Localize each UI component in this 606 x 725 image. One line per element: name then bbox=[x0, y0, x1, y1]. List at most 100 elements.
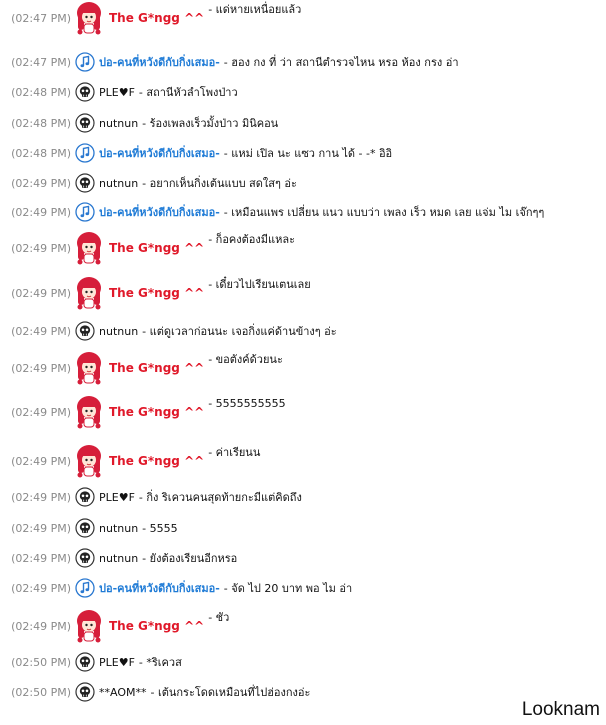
music-note-icon[interactable] bbox=[75, 578, 95, 598]
message-text: - 5555555555 bbox=[208, 396, 286, 410]
chat-message-row: (02:49 PM) PLE♥F - กิ่ง ริเควนคนสุดท้ายกะม… bbox=[0, 487, 302, 507]
music-note-icon[interactable] bbox=[75, 143, 95, 163]
message-timestamp: (02:49 PM) bbox=[11, 361, 71, 375]
message-timestamp: (02:50 PM) bbox=[11, 685, 71, 699]
message-text: - ฮอง กง ที่ ว่า สถานีตำรวจไหน หรอ ห้อง … bbox=[223, 56, 459, 69]
skull-icon[interactable] bbox=[75, 487, 95, 507]
sender-name[interactable]: ปอ-คนที่หวังดีกับกิ่งเสมอ- bbox=[99, 579, 220, 597]
message-timestamp: (02:49 PM) bbox=[11, 176, 71, 190]
message-timestamp: (02:49 PM) bbox=[11, 551, 71, 565]
sender-name[interactable]: ปอ-คนที่หวังดีกับกิ่งเสมอ- bbox=[99, 144, 220, 162]
chat-message-row: (02:49 PM) The G*ngg ^^ - เดี๋ยวไปเรียนเตน… bbox=[0, 275, 311, 311]
message-timestamp: (02:49 PM) bbox=[11, 286, 71, 300]
chat-message-row: (02:48 PM) nutnun - ร้องเพลงเร็วมั้งป่าว ม… bbox=[0, 113, 278, 133]
skull-icon[interactable] bbox=[75, 518, 95, 538]
message-text: - เหมือนแพร เปลี่ยน แนว แบบว่า เพลง เร็ว… bbox=[223, 206, 545, 219]
sender-name[interactable]: The G*ngg ^^ bbox=[109, 454, 204, 468]
message-text: - เดี๋ยวไปเรียนเตนเลย bbox=[208, 278, 311, 291]
redhead-avatar-icon[interactable] bbox=[75, 608, 103, 644]
chat-message-row: (02:49 PM) The G*ngg ^^ - 5555555555 bbox=[0, 394, 286, 430]
sender-name[interactable]: ปอ-คนที่หวังดีกับกิ่งเสมอ- bbox=[99, 53, 220, 71]
chat-message-row: (02:50 PM) **AOM** - เต้นกระโดดเหมือนที่ไป… bbox=[0, 682, 310, 702]
music-note-icon[interactable] bbox=[75, 52, 95, 72]
chat-message-row: (02:50 PM) PLE♥F - *ริเควส bbox=[0, 652, 182, 672]
message-text: - *ริเควส bbox=[138, 656, 182, 669]
chat-message-row: (02:49 PM) nutnun - 5555 bbox=[0, 518, 178, 538]
chat-message-row: (02:49 PM) ปอ-คนที่หวังดีกับกิ่งเสมอ- - จั… bbox=[0, 578, 352, 598]
message-timestamp: (02:50 PM) bbox=[11, 655, 71, 669]
sender-name[interactable]: PLE♥F bbox=[99, 656, 135, 669]
chat-log: (02:47 PM) The G*ngg ^^ - แด่หายเหนื่อยแล้… bbox=[0, 0, 606, 725]
chat-message-row: (02:49 PM) The G*ngg ^^ - ชัว bbox=[0, 608, 229, 644]
sender-name[interactable]: nutnun bbox=[99, 552, 138, 565]
chat-message-row: (02:49 PM) nutnun - ยังต้องเรียนอีกหรอ bbox=[0, 548, 237, 568]
skull-icon[interactable] bbox=[75, 682, 95, 702]
message-timestamp: (02:48 PM) bbox=[11, 146, 71, 160]
message-timestamp: (02:49 PM) bbox=[11, 405, 71, 419]
message-timestamp: (02:49 PM) bbox=[11, 241, 71, 255]
chat-message-row: (02:48 PM) PLE♥F - สถานีหัวลำโพงป่าว bbox=[0, 82, 238, 102]
chat-message-row: (02:49 PM) nutnun - อยากเห็นกิ่งเต้นแบบ สด… bbox=[0, 173, 297, 193]
message-text: - ค่าเรียนน bbox=[208, 446, 261, 459]
message-text: - ยังต้องเรียนอีกหรอ bbox=[142, 552, 238, 565]
chat-message-row: (02:47 PM) The G*ngg ^^ - แด่หายเหนื่อยแล้… bbox=[0, 0, 301, 36]
sender-name[interactable]: The G*ngg ^^ bbox=[109, 241, 204, 255]
skull-icon[interactable] bbox=[75, 113, 95, 133]
message-timestamp: (02:49 PM) bbox=[11, 490, 71, 504]
chat-message-row: (02:49 PM) The G*ngg ^^ - ขอตังค์ด้วยนะ bbox=[0, 350, 283, 386]
skull-icon[interactable] bbox=[75, 173, 95, 193]
message-timestamp: (02:47 PM) bbox=[11, 11, 71, 25]
skull-icon[interactable] bbox=[75, 321, 95, 341]
message-text: - กิ่ง ริเควนคนสุดท้ายกะมีแต่คิดถึง bbox=[138, 491, 302, 504]
sender-name[interactable]: The G*ngg ^^ bbox=[109, 286, 204, 300]
redhead-avatar-icon[interactable] bbox=[75, 394, 103, 430]
message-text: - แด่หายเหนื่อยแล้ว bbox=[208, 3, 302, 16]
sender-name[interactable]: The G*ngg ^^ bbox=[109, 11, 204, 25]
redhead-avatar-icon[interactable] bbox=[75, 443, 103, 479]
message-timestamp: (02:49 PM) bbox=[11, 324, 71, 338]
message-text: - แหม่ เปิล นะ แซว กาน ได้ - -* อิอิ bbox=[223, 147, 393, 160]
redhead-avatar-icon[interactable] bbox=[75, 350, 103, 386]
redhead-avatar-icon[interactable] bbox=[75, 0, 103, 36]
chat-message-row: (02:49 PM) The G*ngg ^^ - ค่าเรียนน bbox=[0, 443, 260, 479]
message-timestamp: (02:49 PM) bbox=[11, 205, 71, 219]
message-timestamp: (02:49 PM) bbox=[11, 619, 71, 633]
message-timestamp: (02:49 PM) bbox=[11, 521, 71, 535]
chat-message-row: (02:47 PM) ปอ-คนที่หวังดีกับกิ่งเสมอ- - ฮอ… bbox=[0, 52, 459, 72]
message-text: - ขอตังค์ด้วยนะ bbox=[208, 353, 283, 366]
skull-icon[interactable] bbox=[75, 82, 95, 102]
message-timestamp: (02:49 PM) bbox=[11, 581, 71, 595]
sender-name[interactable]: PLE♥F bbox=[99, 491, 135, 504]
sender-name[interactable]: ปอ-คนที่หวังดีกับกิ่งเสมอ- bbox=[99, 203, 220, 221]
sender-name[interactable]: The G*ngg ^^ bbox=[109, 361, 204, 375]
sender-name[interactable]: The G*ngg ^^ bbox=[109, 405, 204, 419]
message-text: - ชัว bbox=[208, 611, 230, 624]
sender-name[interactable]: nutnun bbox=[99, 177, 138, 190]
sender-name[interactable]: nutnun bbox=[99, 117, 138, 130]
skull-icon[interactable] bbox=[75, 652, 95, 672]
message-timestamp: (02:48 PM) bbox=[11, 116, 71, 130]
message-text: - ก็อคงต้องมีแหละ bbox=[208, 233, 296, 246]
message-text: - จัด ไป 20 บาท พอ ไม อ่า bbox=[223, 582, 353, 595]
message-text: - สถานีหัวลำโพงป่าว bbox=[138, 86, 238, 99]
message-text: - แต่ดูเวลาก่อนนะ เจอกิ่งแค่ด้านข้างๆ อ่… bbox=[142, 325, 337, 338]
sender-name[interactable]: PLE♥F bbox=[99, 86, 135, 99]
sender-name[interactable]: **AOM** bbox=[99, 686, 146, 699]
message-timestamp: (02:48 PM) bbox=[11, 85, 71, 99]
music-note-icon[interactable] bbox=[75, 202, 95, 222]
message-text: - ร้องเพลงเร็วมั้งป่าว มินิคอน bbox=[142, 117, 279, 130]
chat-message-row: (02:49 PM) ปอ-คนที่หวังดีกับกิ่งเสมอ- - เห… bbox=[0, 202, 544, 222]
message-timestamp: (02:47 PM) bbox=[11, 55, 71, 69]
message-text: - 5555 bbox=[142, 521, 178, 535]
chat-message-row: (02:48 PM) ปอ-คนที่หวังดีกับกิ่งเสมอ- - แห… bbox=[0, 143, 392, 163]
skull-icon[interactable] bbox=[75, 548, 95, 568]
sender-name[interactable]: nutnun bbox=[99, 522, 138, 535]
redhead-avatar-icon[interactable] bbox=[75, 230, 103, 266]
sender-name[interactable]: The G*ngg ^^ bbox=[109, 619, 204, 633]
redhead-avatar-icon[interactable] bbox=[75, 275, 103, 311]
sender-name[interactable]: nutnun bbox=[99, 325, 138, 338]
message-timestamp: (02:49 PM) bbox=[11, 454, 71, 468]
watermark: Looknam bbox=[521, 699, 600, 720]
message-text: - อยากเห็นกิ่งเต้นแบบ สดใสๆ อ่ะ bbox=[142, 177, 297, 190]
message-text: - เต้นกระโดดเหมือนที่ไปฮ่องกงอ่ะ bbox=[150, 686, 311, 699]
